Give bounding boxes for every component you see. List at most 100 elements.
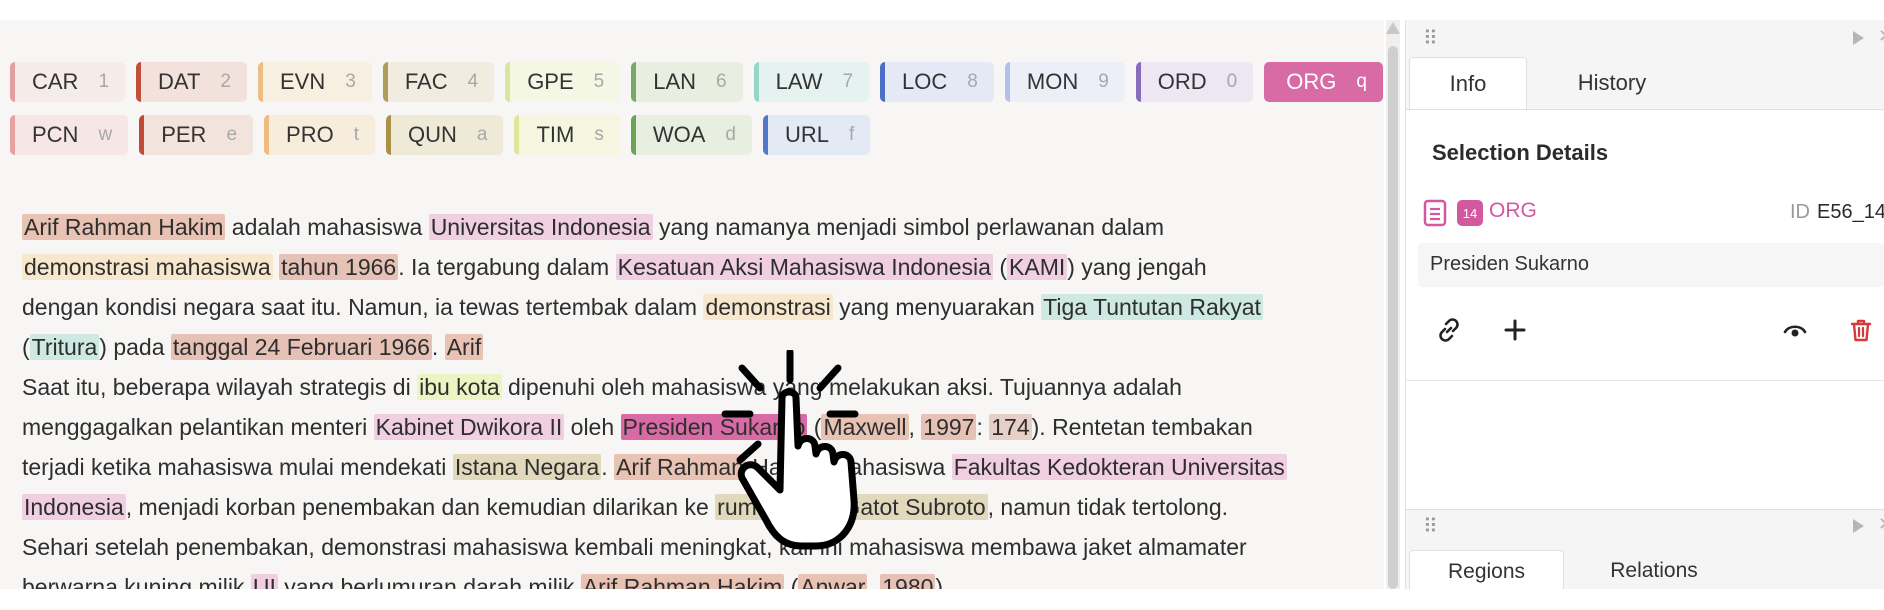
delete-button[interactable] bbox=[1837, 306, 1884, 354]
label-hotkey: 7 bbox=[842, 71, 854, 92]
label-pcn[interactable]: PCN w bbox=[10, 115, 129, 155]
label-ord[interactable]: ORD 0 bbox=[1135, 62, 1254, 102]
document-text[interactable]: Arif Rahman Hakim adalah mahasiswa Unive… bbox=[22, 207, 1362, 589]
add-button[interactable] bbox=[1491, 306, 1539, 354]
id-label: ID bbox=[1790, 201, 1810, 223]
entity-span[interactable]: tanggal 24 Februari 1966 bbox=[170, 334, 432, 360]
label-name: LAW bbox=[775, 69, 823, 94]
label-row: CAR 1 DAT 2 EVN 3 FAC 4 GPE 5 LAN 6 LAW 7 LOC 8 MON 9 ORD 0… bbox=[10, 62, 1383, 102]
text-segment: adalah mahasiswa bbox=[225, 214, 429, 240]
label-dat[interactable]: DAT 2 bbox=[136, 62, 247, 102]
tab-info[interactable]: Info bbox=[1409, 57, 1527, 109]
text-segment: ) yang jengah bbox=[1067, 254, 1207, 280]
text-segment: ). bbox=[935, 574, 950, 589]
collapse-arrow-icon[interactable] bbox=[1853, 31, 1864, 45]
label-evn[interactable]: EVN 3 bbox=[257, 62, 372, 102]
label-name: FAC bbox=[404, 69, 448, 94]
entity-span[interactable]: UI bbox=[250, 574, 278, 589]
entity-type-label: ORG bbox=[1489, 199, 1537, 222]
label-hotkey: 3 bbox=[345, 71, 356, 92]
entity-span[interactable]: Indonesia bbox=[22, 494, 126, 520]
label-hotkey: e bbox=[226, 124, 238, 145]
label-fac[interactable]: FAC 4 bbox=[382, 62, 495, 102]
entity-span[interactable]: Arif Rahman bbox=[614, 454, 746, 480]
entity-span[interactable]: 1980 bbox=[880, 574, 936, 589]
label-name: ORG bbox=[1286, 69, 1337, 94]
entity-span[interactable]: demonstrasi mahasiswa bbox=[22, 254, 273, 280]
bottom-strip bbox=[0, 589, 1884, 610]
label-gpe[interactable]: GPE 5 bbox=[505, 62, 621, 102]
drag-handle-icon[interactable]: ⠿ bbox=[1423, 514, 1438, 539]
drag-handle-icon[interactable]: ⠿ bbox=[1423, 26, 1438, 51]
text-line: Sehari setelah penembakan, demonstrasi m… bbox=[22, 527, 1362, 567]
label-loc[interactable]: LOC 8 bbox=[880, 62, 994, 102]
entity-span[interactable]: Tritura bbox=[29, 334, 100, 360]
side-panel: ⠿ ✕ Info History Selection Details 14 OR… bbox=[1405, 20, 1884, 589]
text-line: menggagalkan pelantikan menteri Kabinet … bbox=[22, 407, 1362, 447]
label-per[interactable]: PER e bbox=[139, 115, 254, 155]
tab-regions[interactable]: Regions bbox=[1409, 550, 1564, 589]
tab-history[interactable]: History bbox=[1527, 57, 1697, 109]
text-segment: . Ia tergabung dalam bbox=[398, 254, 616, 280]
label-car[interactable]: CAR 1 bbox=[10, 62, 126, 102]
label-name: PCN bbox=[32, 122, 79, 147]
label-pro[interactable]: PRO t bbox=[264, 115, 375, 155]
entity-span[interactable]: ibu kota bbox=[417, 374, 502, 400]
label-name: GPE bbox=[527, 69, 574, 94]
link-button[interactable] bbox=[1425, 306, 1473, 354]
entity-span[interactable]: Anwar bbox=[798, 574, 868, 589]
entity-span[interactable]: demonstrasi bbox=[703, 294, 833, 320]
entity-span[interactable]: Arif bbox=[444, 334, 484, 360]
tab-relations[interactable]: Relations bbox=[1564, 550, 1744, 589]
text-segment: Hakim, mahasiswa bbox=[745, 454, 952, 480]
label-org[interactable]: ORG q bbox=[1264, 62, 1383, 102]
text-segment: , bbox=[908, 414, 922, 440]
visibility-button[interactable] bbox=[1771, 306, 1819, 354]
label-name: QUN bbox=[407, 122, 457, 147]
text-segment: menggagalkan pelantikan menteri bbox=[22, 414, 374, 440]
entity-span[interactable]: Istana Negara bbox=[452, 454, 602, 480]
label-palette: CAR 1 DAT 2 EVN 3 FAC 4 GPE 5 LAN 6 LAW 7 LOC 8 MON 9 ORD 0… bbox=[10, 62, 1383, 168]
label-tim[interactable]: TIM s bbox=[514, 115, 620, 155]
close-icon[interactable]: ✕ bbox=[1878, 26, 1884, 47]
label-woa[interactable]: WOA d bbox=[630, 115, 752, 155]
entity-span[interactable]: rumah sakit Gatot Subroto bbox=[715, 494, 988, 520]
close-icon[interactable]: ✕ bbox=[1878, 514, 1884, 535]
label-law[interactable]: LAW 7 bbox=[753, 62, 870, 102]
entity-span[interactable]: 174 bbox=[989, 414, 1032, 440]
entity-span[interactable]: KAMI bbox=[1007, 254, 1068, 280]
selected-entity-row: 14 ORG ID E56_14 bbox=[1423, 194, 1884, 230]
entity-span[interactable]: Kesatuan Aksi Mahasiswa Indonesia bbox=[615, 254, 993, 280]
label-name: LAN bbox=[653, 69, 697, 94]
text-segment: berwarna kuning milik bbox=[22, 574, 251, 589]
label-qun[interactable]: QUN a bbox=[385, 115, 504, 155]
bottom-tabs: Regions Relations bbox=[1409, 550, 1744, 589]
entity-span[interactable]: Arif Rahman Hakim bbox=[22, 214, 226, 240]
label-lan[interactable]: LAN 6 bbox=[631, 62, 743, 102]
entity-span[interactable]: Arif Rahman Hakim bbox=[580, 574, 785, 589]
entity-span[interactable]: Presiden Sukarno bbox=[620, 414, 808, 440]
text-segment: dengan kondisi negara saat itu. Namun, i… bbox=[22, 294, 704, 320]
text-segment: yang namanya menjadi simbol perlawanan d… bbox=[652, 214, 1164, 240]
entity-span[interactable]: Kabinet Dwikora II bbox=[373, 414, 565, 440]
label-hotkey: w bbox=[98, 124, 113, 145]
label-name: EVN bbox=[279, 69, 326, 94]
label-url[interactable]: URL f bbox=[762, 115, 871, 155]
entity-span[interactable]: Tiga Tuntutan Rakyat bbox=[1041, 294, 1263, 320]
scrollbar-thumb[interactable] bbox=[1388, 46, 1398, 589]
label-name: URL bbox=[784, 122, 829, 147]
entity-span[interactable]: Maxwell bbox=[821, 414, 909, 440]
label-hotkey: 8 bbox=[967, 71, 978, 92]
label-mon[interactable]: MON 9 bbox=[1004, 62, 1125, 102]
text-line: demonstrasi mahasiswa tahun 1966. Ia ter… bbox=[22, 247, 1362, 287]
entity-span[interactable]: Fakultas Kedokteran Universitas bbox=[951, 454, 1287, 480]
entity-span[interactable]: tahun 1966 bbox=[279, 254, 399, 280]
panel-tabs: Info History bbox=[1409, 57, 1697, 109]
scroll-up-arrow[interactable] bbox=[1386, 22, 1400, 34]
text-segment: ( bbox=[992, 254, 1008, 280]
text-segment: dipenuhi oleh mahasiswa yang melakukan a… bbox=[501, 374, 1182, 400]
trash-icon bbox=[1850, 319, 1872, 342]
expand-arrow-icon[interactable] bbox=[1853, 519, 1864, 533]
entity-span[interactable]: Universitas Indonesia bbox=[428, 214, 653, 240]
entity-span[interactable]: 1997 bbox=[921, 414, 977, 440]
